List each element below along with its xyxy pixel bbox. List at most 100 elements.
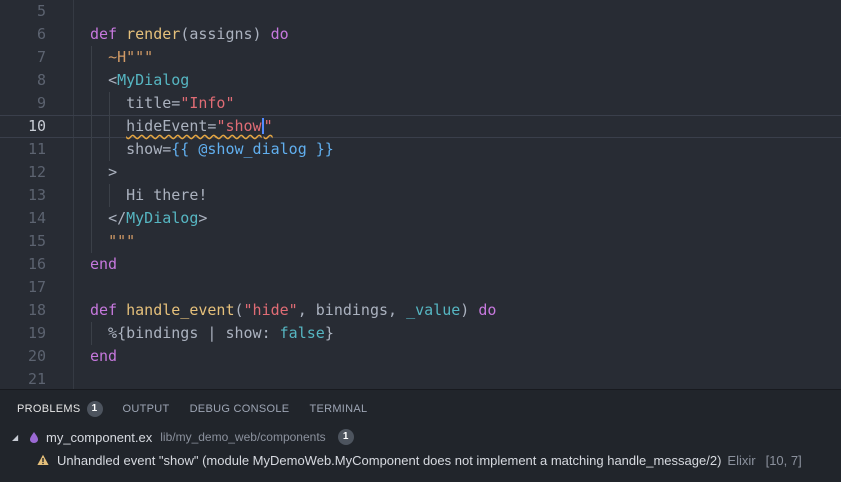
code-token: } xyxy=(324,324,334,342)
code-token: (assigns) xyxy=(180,25,271,43)
line-code: hideEvent="show " xyxy=(90,116,273,137)
code-token: " xyxy=(263,117,273,135)
code-line[interactable]: 6 def render(assigns) do xyxy=(0,23,841,46)
elixir-file-icon xyxy=(30,431,38,443)
file-problem-count-badge: 1 xyxy=(337,429,354,445)
problem-message: Unhandled event "show" (module MyDemoWeb… xyxy=(57,452,722,468)
chevron-down-icon[interactable]: ◢ xyxy=(12,433,26,442)
line-code: end xyxy=(90,345,117,368)
code-line[interactable]: 11 show={{ @show_dialog }} xyxy=(0,138,841,161)
tab-problems-label: PROBLEMS xyxy=(17,403,81,415)
tab-terminal-label: TERMINAL xyxy=(309,403,368,415)
code-token: {{ @show_dialog }} xyxy=(171,140,334,158)
code-token: show= xyxy=(126,140,172,158)
code-line[interactable]: 9 title="Info" xyxy=(0,92,841,115)
code-token: end xyxy=(90,347,118,365)
line-number: 20 xyxy=(27,347,46,365)
code-token: ) xyxy=(460,301,479,319)
line-number: 19 xyxy=(27,324,46,342)
code-line[interactable]: 5 xyxy=(0,0,841,23)
line-code: Hi there! xyxy=(90,184,207,207)
code-line[interactable]: 17 xyxy=(0,276,841,299)
tab-terminal[interactable]: TERMINAL xyxy=(309,398,367,420)
line-code: show={{ @show_dialog }} xyxy=(90,138,334,161)
line-number: 12 xyxy=(27,163,46,181)
code-token: "Info" xyxy=(180,94,235,112)
code-token: do xyxy=(270,25,289,43)
line-code: <MyDialog xyxy=(90,69,189,92)
code-token: > xyxy=(198,209,208,227)
tab-output[interactable]: OUTPUT xyxy=(123,398,170,420)
tab-debug-console[interactable]: DEBUG CONSOLE xyxy=(190,398,290,420)
code-token: render xyxy=(126,25,181,43)
indent-guide xyxy=(91,46,92,253)
line-number: 14 xyxy=(27,209,46,227)
line-code: def render(assigns) do xyxy=(90,23,289,46)
code-token: """ xyxy=(108,232,136,250)
indent-guide xyxy=(109,92,110,161)
code-line[interactable]: 20 end xyxy=(0,345,841,368)
code-line[interactable]: 15 """ xyxy=(0,230,841,253)
line-code: %{bindings | show: false} xyxy=(90,322,334,345)
code-line[interactable]: 19 %{bindings | show: false} xyxy=(0,322,841,345)
code-token: title= xyxy=(126,94,181,112)
line-number: 11 xyxy=(27,140,46,158)
code-line[interactable]: 10 hideEvent="show " xyxy=(0,115,841,138)
line-number: 10 xyxy=(27,117,46,135)
line-code: end xyxy=(90,253,117,276)
code-token: MyDialog xyxy=(126,209,199,227)
code-token: > xyxy=(108,163,118,181)
code-token: < xyxy=(108,71,118,89)
code-line[interactable]: 7 ~H""" xyxy=(0,46,841,69)
code-token: "show xyxy=(216,117,262,135)
code-line[interactable]: 12 > xyxy=(0,161,841,184)
code-line[interactable]: 16 end xyxy=(0,253,841,276)
line-number: 16 xyxy=(27,255,46,273)
line-code: """ xyxy=(90,230,135,253)
problem-file-path: lib/my_demo_web/components xyxy=(160,430,326,444)
problem-item[interactable]: Unhandled event "show" (module MyDemoWeb… xyxy=(0,450,841,470)
code-token: "hide" xyxy=(243,301,298,319)
code-token: Hi there! xyxy=(90,186,208,204)
code-editor[interactable]: 5 6 def render(assigns) do 7 ~H""" 8 <MyDial… xyxy=(0,0,841,389)
line-number: 9 xyxy=(36,94,46,112)
line-number: 17 xyxy=(27,278,46,296)
line-number: 15 xyxy=(27,232,46,250)
line-number: 6 xyxy=(36,25,46,43)
tab-problems[interactable]: PROBLEMS 1 xyxy=(17,398,103,420)
code-token: hideEvent= xyxy=(126,117,217,135)
code-line[interactable]: 8 <MyDialog xyxy=(0,69,841,92)
line-code: > xyxy=(90,161,117,184)
line-code: title="Info" xyxy=(90,92,235,115)
indent-guide xyxy=(91,322,92,345)
code-token: end xyxy=(90,255,118,273)
tab-debug-console-label: DEBUG CONSOLE xyxy=(189,403,290,415)
line-number: 21 xyxy=(27,370,46,388)
problem-file-name: my_component.ex xyxy=(46,429,153,445)
problem-file-row[interactable]: ◢ my_component.ex lib/my_demo_web/compon… xyxy=(0,427,841,447)
code-line[interactable]: 21 xyxy=(0,368,841,389)
code-token: false xyxy=(279,324,325,342)
code-line[interactable]: 13 Hi there! xyxy=(0,184,841,207)
code-token: handle_event xyxy=(126,301,235,319)
code-line[interactable]: 18 def handle_event("hide", bindings, _va… xyxy=(0,299,841,322)
indent-guide xyxy=(109,184,110,207)
line-code: ~H""" xyxy=(90,46,153,69)
code-token: def xyxy=(90,25,118,43)
line-number: 13 xyxy=(27,186,46,204)
code-token: MyDialog xyxy=(117,71,190,89)
code-token: """ xyxy=(126,48,154,66)
code-token: _value xyxy=(406,301,461,319)
panel-tabs: PROBLEMS 1 OUTPUT DEBUG CONSOLE TERMINAL xyxy=(0,398,367,420)
code-token: ( xyxy=(234,301,244,319)
line-code: def handle_event("hide", bindings, _valu… xyxy=(90,299,496,322)
tab-output-label: OUTPUT xyxy=(122,403,170,415)
code-line[interactable]: 14 </MyDialog> xyxy=(0,207,841,230)
problems-count-badge: 1 xyxy=(86,401,103,417)
line-number: 18 xyxy=(27,301,46,319)
